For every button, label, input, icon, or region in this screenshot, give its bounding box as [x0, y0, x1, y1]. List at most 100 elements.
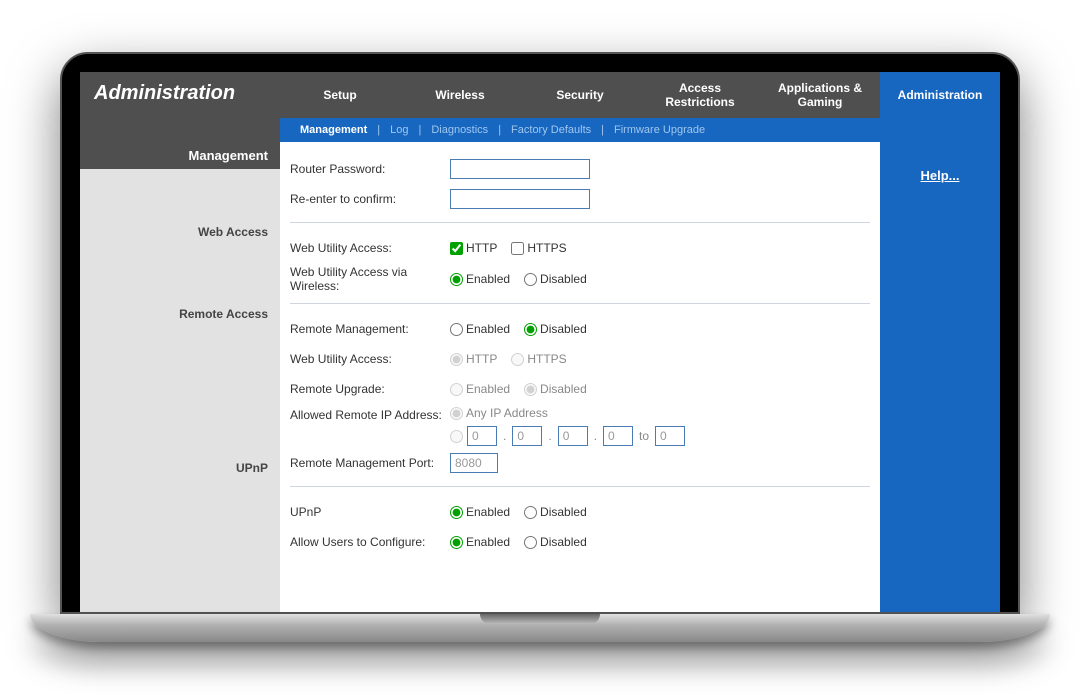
radio-rwa-http[interactable]: [450, 353, 463, 366]
subnav-firmware-upgrade[interactable]: Firmware Upgrade: [614, 124, 705, 136]
side-label-web-access: Web Access: [80, 169, 280, 241]
label-remote-web-utility: Web Utility Access:: [290, 352, 450, 366]
row-allowed-ip: Allowed Remote IP Address: Any IP Addres…: [290, 406, 870, 446]
ip-oct2[interactable]: [512, 426, 542, 446]
row-web-utility-wireless: Web Utility Access via Wireless: Enabled…: [290, 265, 870, 293]
label-remote-upgrade: Remote Upgrade:: [290, 382, 450, 396]
section-title-management: Management: [80, 142, 280, 169]
checkbox-https-wrap: HTTPS: [511, 241, 566, 255]
radio-waw-disabled-label: Disabled: [540, 272, 587, 286]
label-allow-users: Allow Users to Configure:: [290, 535, 450, 549]
checkbox-http-wrap: HTTP: [450, 241, 497, 255]
row-remote-management: Remote Management: Enabled Disabled: [290, 316, 870, 342]
tab-access-restrictions[interactable]: Access Restrictions: [640, 72, 760, 118]
radio-waw-enabled-label: Enabled: [466, 272, 510, 286]
header: Administration Setup Wireless Security A…: [80, 72, 1000, 118]
row-web-utility-access: Web Utility Access: HTTP HTTPS: [290, 235, 870, 261]
ip-oct3[interactable]: [558, 426, 588, 446]
ip-oct4[interactable]: [603, 426, 633, 446]
tab-setup[interactable]: Setup: [280, 72, 400, 118]
side-label-upnp: UPnP: [80, 323, 280, 477]
radio-ru-enabled-label: Enabled: [466, 382, 510, 396]
subnav-diagnostics[interactable]: Diagnostics: [431, 124, 488, 136]
laptop-base: [30, 614, 1050, 642]
tab-wireless[interactable]: Wireless: [400, 72, 520, 118]
subnav-sep: |: [377, 124, 380, 136]
laptop-bezel: Administration Setup Wireless Security A…: [60, 52, 1020, 614]
radio-au-enabled-label: Enabled: [466, 535, 510, 549]
radio-ru-enabled[interactable]: [450, 383, 463, 396]
checkbox-http-label: HTTP: [466, 241, 497, 255]
radio-specific-ip[interactable]: [450, 430, 463, 443]
center-panel: Router Password: Re-enter to confirm: We…: [280, 142, 880, 612]
remote-port-input[interactable]: [450, 453, 498, 473]
radio-rm-disabled-label: Disabled: [540, 322, 587, 336]
label-remote-management: Remote Management:: [290, 322, 450, 336]
subnav-sep: |: [418, 124, 421, 136]
label-router-password: Router Password:: [290, 162, 450, 176]
left-column: Management Web Access Remote Access UPnP: [80, 142, 280, 612]
row-upnp: UPnP Enabled Disabled: [290, 499, 870, 525]
ip-to[interactable]: [655, 426, 685, 446]
row-remote-web-utility: Web Utility Access: HTTP HTTPS: [290, 346, 870, 372]
reenter-password-input[interactable]: [450, 189, 590, 209]
radio-rwa-https-label: HTTPS: [527, 352, 566, 366]
label-to: to: [639, 429, 649, 443]
right-panel: Help...: [880, 142, 1000, 612]
screen: Administration Setup Wireless Security A…: [80, 72, 1000, 612]
main-tabs: Setup Wireless Security Access Restricti…: [280, 72, 1000, 118]
radio-upnp-disabled-label: Disabled: [540, 505, 587, 519]
subnav-management[interactable]: Management: [300, 124, 367, 136]
radio-au-disabled[interactable]: [524, 536, 537, 549]
checkbox-http[interactable]: [450, 242, 463, 255]
tab-administration[interactable]: Administration: [880, 72, 1000, 118]
label-upnp: UPnP: [290, 505, 450, 519]
tab-security[interactable]: Security: [520, 72, 640, 118]
divider: [290, 303, 870, 304]
ip-oct1[interactable]: [467, 426, 497, 446]
radio-au-disabled-label: Disabled: [540, 535, 587, 549]
side-label-remote-access: Remote Access: [80, 241, 280, 323]
tab-applications-gaming[interactable]: Applications & Gaming: [760, 72, 880, 118]
radio-upnp-disabled[interactable]: [524, 506, 537, 519]
body: Management Web Access Remote Access UPnP…: [80, 142, 1000, 612]
subnav: Management | Log | Diagnostics | Factory…: [280, 118, 1000, 142]
label-web-utility-access: Web Utility Access:: [290, 241, 450, 255]
radio-any-ip[interactable]: [450, 407, 463, 420]
checkbox-https[interactable]: [511, 242, 524, 255]
subnav-factory-defaults[interactable]: Factory Defaults: [511, 124, 591, 136]
label-reenter: Re-enter to confirm:: [290, 192, 450, 206]
checkbox-https-label: HTTPS: [527, 241, 566, 255]
page-title: Administration: [80, 72, 280, 118]
subnav-row: Management | Log | Diagnostics | Factory…: [80, 118, 1000, 142]
router-password-input[interactable]: [450, 159, 590, 179]
radio-waw-disabled[interactable]: [524, 273, 537, 286]
radio-ru-disabled[interactable]: [524, 383, 537, 396]
row-remote-port: Remote Management Port:: [290, 450, 870, 476]
subnav-spacer: [80, 118, 280, 142]
radio-upnp-enabled-label: Enabled: [466, 505, 510, 519]
help-link[interactable]: Help...: [880, 142, 1000, 209]
row-router-password: Router Password:: [290, 156, 870, 182]
divider: [290, 222, 870, 223]
subnav-sep: |: [601, 124, 604, 136]
radio-any-ip-label: Any IP Address: [466, 406, 548, 420]
radio-rm-enabled[interactable]: [450, 323, 463, 336]
radio-upnp-enabled[interactable]: [450, 506, 463, 519]
row-remote-upgrade: Remote Upgrade: Enabled Disabled: [290, 376, 870, 402]
label-remote-port: Remote Management Port:: [290, 456, 450, 470]
radio-rm-disabled[interactable]: [524, 323, 537, 336]
radio-rm-enabled-label: Enabled: [466, 322, 510, 336]
row-allow-users: Allow Users to Configure: Enabled Disabl…: [290, 529, 870, 555]
label-allowed-ip: Allowed Remote IP Address:: [290, 406, 450, 422]
radio-waw-enabled[interactable]: [450, 273, 463, 286]
radio-au-enabled[interactable]: [450, 536, 463, 549]
radio-rwa-http-label: HTTP: [466, 352, 497, 366]
radio-rwa-https[interactable]: [511, 353, 524, 366]
radio-ru-disabled-label: Disabled: [540, 382, 587, 396]
subnav-log[interactable]: Log: [390, 124, 408, 136]
subnav-sep: |: [498, 124, 501, 136]
label-web-utility-wireless: Web Utility Access via Wireless:: [290, 265, 450, 293]
row-reenter: Re-enter to confirm:: [290, 186, 870, 212]
laptop-frame: Administration Setup Wireless Security A…: [60, 52, 1020, 642]
